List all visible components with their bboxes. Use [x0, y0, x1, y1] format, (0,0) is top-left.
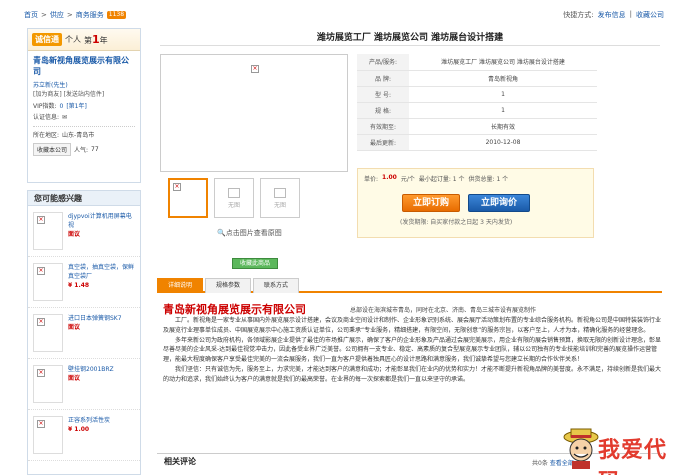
broken-image-icon: × [37, 318, 45, 326]
thumbnail-2[interactable]: 无图 [214, 178, 254, 218]
product-thumbnail[interactable]: × [33, 212, 63, 250]
table-row: 有效期至: 长期有效 [357, 118, 597, 135]
related-item-title[interactable]: 正容系列活性炭 [68, 416, 110, 425]
detail-tabs: 详细说明 规格参数 联系方式 [157, 278, 662, 293]
delivery-note: (发货期限: 自买家付款之日起 3 天内发货) [400, 219, 513, 226]
breadcrumb-supply[interactable]: 供应 [50, 10, 64, 20]
related-item-price: ¥ 1.48 [68, 282, 90, 289]
related-item-title[interactable]: 进口日本弹簧钢SK7 [68, 314, 122, 323]
quick-links-label: 快捷方式: [563, 11, 594, 19]
related-item-title[interactable]: 壁挂钢2001BRZ [68, 365, 114, 374]
thumbnail-1[interactable]: × [168, 178, 208, 218]
supply-total: 供货总量: 1 个 [468, 176, 509, 183]
contact-actions[interactable]: [加为商友] [发送站内信件] [33, 91, 104, 98]
description-paragraph: 多年来新公司为政府机构，各领域影展企业提供了最佳的市场推广展示，确保了客户的企业… [163, 336, 662, 364]
magnifier-icon: 🔍 [217, 229, 226, 237]
thumbnail-3[interactable]: 无图 [260, 178, 300, 218]
no-image-icon [228, 187, 240, 198]
cert-info-row: 认证信息: ✉ [33, 114, 68, 121]
table-row: 产品/服务: 潍坊展览工厂 潍坊展览公司 潍坊展台设计搭建 [357, 54, 597, 71]
related-item-price: 面议 [68, 375, 81, 382]
table-row: 型 号: 1 [357, 86, 597, 103]
main-product-image[interactable]: × [160, 54, 348, 172]
description-subtitle: 总部设在海滨城市青岛，同时在北京、济南、青岛三城市设有展览制作 [350, 307, 537, 314]
inquiry-now-button[interactable]: 立即询价 [468, 194, 530, 212]
breadcrumb-home[interactable]: 首页 [24, 10, 38, 20]
collect-company-button[interactable]: 收藏本公司 [33, 143, 72, 156]
order-now-button[interactable]: 立即订购 [402, 194, 460, 212]
broken-image-icon: × [37, 216, 45, 224]
breadcrumb-separator: > [66, 11, 73, 19]
breadcrumb-category[interactable]: 商务服务 [76, 10, 104, 20]
product-title: 潍坊展览工厂 潍坊展览公司 潍坊展台设计搭建 [160, 30, 660, 46]
list-item[interactable]: × 壁挂钢2001BRZ 面议 [28, 359, 140, 410]
unit-price: 1.00 [382, 174, 397, 181]
list-item[interactable]: × djypvoi计算机用屏幕电视 面议 [28, 206, 140, 257]
list-item[interactable]: × 真空袋，抽真空袋，保鲜真空袋厂 ¥ 1.48 [28, 257, 140, 308]
contact-name-link[interactable]: 苏立新(先生) [33, 82, 68, 89]
price-info: 单价: 1.00 元/个 最小起订量: 1 个 供货总量: 1 个 [364, 174, 509, 183]
broken-image-icon: × [37, 420, 45, 428]
hot-count-badge: 1138 [106, 11, 127, 19]
related-item-price: 面议 [68, 231, 81, 238]
list-item[interactable]: × 进口日本弹簧钢SK7 面议 [28, 308, 140, 359]
related-products-panel: 您可能感兴趣 × djypvoi计算机用屏幕电视 面议 × 真空袋，抽真空袋，保鲜… [27, 190, 141, 475]
image-thumbnails: × 无图 无图 [168, 178, 300, 218]
spec-table: 产品/服务: 潍坊展览工厂 潍坊展览公司 潍坊展台设计搭建 品 牌: 青岛新视角 型… [357, 54, 597, 151]
description-paragraph: 工厂。新视角是一家专业从事国内外展览展示设计搭建，会议及商业空间设计和制作、企业… [163, 317, 662, 334]
broken-image-icon: × [37, 369, 45, 377]
table-row: 规 格: 1 [357, 102, 597, 119]
product-thumbnail[interactable]: × [33, 263, 63, 301]
description-paragraph: 我们坚信：只有诚信为先，服务至上，力求完美，才能达到客户的满意和成功；才能彰显我… [163, 365, 662, 383]
member-type: 个人 [65, 35, 81, 44]
publish-info-link[interactable]: 发布信息 [598, 10, 626, 20]
company-panel-header: 诚信通 个人 第1年 [28, 29, 140, 51]
view-original-link[interactable]: 🔍点击图片查看原图 [217, 228, 282, 238]
related-products-title: 您可能感兴趣 [28, 191, 140, 206]
table-row: 品 牌: 青岛新视角 [357, 70, 597, 87]
min-order: 最小起订量: 1 个 [418, 176, 465, 183]
description-body: 工厂。新视角是一家专业从事国内外展览展示设计搭建，会议及商业空间设计和制作、企业… [163, 316, 663, 385]
product-thumbnail[interactable]: × [33, 365, 63, 403]
product-thumbnail[interactable]: × [33, 314, 63, 352]
top-bar: 首页 > 供应 > 商务服务 1138 快捷方式: 发布信息 | 收藏公司 [24, 8, 664, 22]
tab-details[interactable]: 详细说明 [157, 278, 203, 293]
divider [33, 126, 135, 127]
purchase-box: 单价: 1.00 元/个 最小起订量: 1 个 供货总量: 1 个 立即订购 立… [357, 168, 594, 238]
watermark-avatar-icon [563, 428, 599, 469]
quick-links: 快捷方式: 发布信息 | 收藏公司 [563, 10, 664, 20]
favorite-company-link[interactable]: 收藏公司 [636, 10, 664, 20]
breadcrumb-separator: > [41, 11, 47, 19]
email-icon: ✉ [62, 114, 68, 121]
related-item-price: 面议 [68, 324, 81, 331]
company-actions: 收藏本公司 人气: 77 [28, 141, 140, 158]
quick-links-separator: | [629, 10, 632, 18]
tab-contact[interactable]: 联系方式 [253, 278, 299, 293]
tab-specs[interactable]: 规格参数 [205, 278, 251, 293]
company-panel: 诚信通 个人 第1年 青岛新视角展览展示有限公司 苏立新(先生) [加为商友] … [27, 28, 141, 183]
breadcrumb: 首页 > 供应 > 商务服务 1138 [24, 10, 127, 20]
broken-image-icon: × [251, 65, 259, 73]
company-name[interactable]: 青岛新视角展览展示有限公司 [28, 51, 140, 79]
collect-product-button[interactable]: 收藏此商品 [232, 258, 278, 269]
related-item-title[interactable]: djypvoi计算机用屏幕电视 [68, 212, 135, 230]
related-item-price: ¥ 1.00 [68, 426, 90, 433]
popularity-value: 77 [91, 146, 99, 153]
broken-image-icon: × [173, 183, 181, 191]
popularity-label: 人气: [74, 147, 89, 154]
no-image-icon [274, 187, 286, 198]
broken-image-icon: × [37, 267, 45, 275]
region-row: 所在地区: 山东-青岛市 [33, 132, 95, 139]
watermark-text: 我爱代码 [598, 437, 668, 475]
related-item-title[interactable]: 真空袋，抽真空袋，保鲜真空袋厂 [68, 263, 135, 281]
product-thumbnail[interactable]: × [33, 416, 63, 454]
member-year: 第1年 [84, 33, 108, 46]
trust-badge: 诚信通 [32, 33, 62, 46]
contact-person: 苏立新(先生) [加为商友] [发送站内信件] [28, 79, 140, 101]
table-row: 最后更新: 2010-12-08 [357, 134, 597, 151]
list-item[interactable]: × 正容系列活性炭 ¥ 1.00 [28, 410, 140, 461]
vip-index-row: VIP指数: 0 [第1年] [33, 103, 87, 110]
